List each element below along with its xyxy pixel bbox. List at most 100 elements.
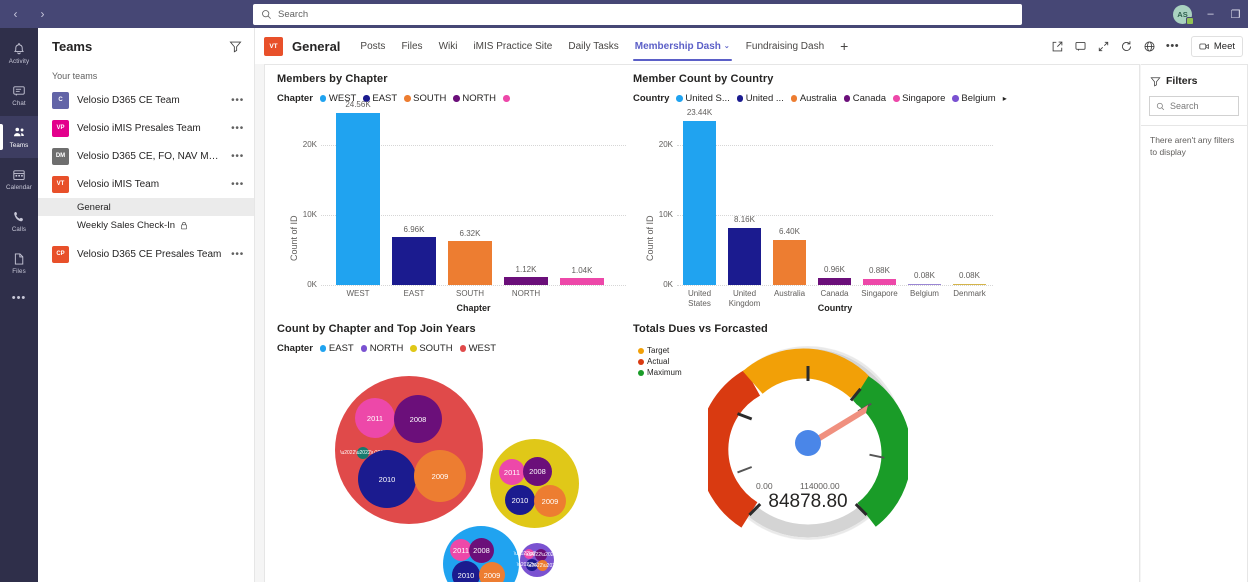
tab-daily-tasks[interactable]: Daily Tasks bbox=[560, 28, 626, 64]
legend-item[interactable]: Actual bbox=[638, 357, 682, 366]
sidebar-item-chat[interactable]: Chat bbox=[0, 74, 38, 116]
team-more-icon[interactable]: ••• bbox=[231, 95, 244, 106]
team-item[interactable]: CP Velosio D365 CE Presales Team ••• bbox=[38, 240, 254, 268]
legend-item[interactable]: Target bbox=[638, 346, 682, 355]
gauge-min-label: 0.00 bbox=[756, 481, 773, 491]
back-icon[interactable]: ‹ bbox=[9, 8, 22, 20]
chart-totals-dues-vs-forcasted[interactable]: Totals Dues vs Forcasted Target Actual M… bbox=[633, 323, 1005, 582]
chart-members-by-chapter[interactable]: Members by Chapter Chapter WEST EAST SOU… bbox=[277, 73, 633, 323]
sidebar-item-files[interactable]: Files bbox=[0, 242, 38, 284]
bubble-2009[interactable]: 2009 bbox=[414, 450, 466, 502]
avatar[interactable]: AS bbox=[1173, 4, 1194, 25]
tab-membership-dash[interactable]: Membership Dash ⌄ bbox=[627, 28, 738, 64]
team-item[interactable]: C Velosio D365 CE Team ••• bbox=[38, 86, 254, 114]
filter-icon[interactable] bbox=[229, 40, 242, 53]
legend-item[interactable]: Maximum bbox=[638, 368, 682, 377]
team-more-icon[interactable]: ••• bbox=[231, 123, 244, 134]
globe-icon[interactable] bbox=[1143, 40, 1156, 53]
filters-search-input[interactable]: Search bbox=[1149, 96, 1239, 116]
bubble-2011[interactable]: 2011 bbox=[499, 459, 525, 485]
legend-item[interactable]: SOUTH bbox=[410, 343, 453, 354]
open-in-new-icon[interactable] bbox=[1051, 40, 1064, 53]
legend-swatch bbox=[790, 95, 798, 102]
chart-legend: Target Actual Maximum bbox=[638, 346, 682, 379]
x-tick-label: SOUTH bbox=[456, 289, 484, 298]
legend-item[interactable]: NORTH bbox=[453, 93, 496, 104]
legend-item[interactable]: Australia bbox=[790, 93, 837, 104]
meet-button[interactable]: Meet bbox=[1190, 35, 1243, 57]
forward-icon[interactable]: › bbox=[36, 8, 49, 20]
tab-fundraising-dash[interactable]: Fundraising Dash bbox=[738, 28, 832, 64]
search-input[interactable]: Search bbox=[253, 4, 1022, 25]
sidebar-item-activity[interactable]: Activity bbox=[0, 32, 38, 74]
rail-more-button[interactable]: ••• bbox=[12, 292, 27, 304]
bubble-2010[interactable]: 2010 bbox=[505, 485, 535, 515]
legend-next-icon[interactable]: ▸ bbox=[1003, 94, 1007, 103]
sidebar-item-teams[interactable]: Teams bbox=[0, 116, 38, 158]
more-icon[interactable]: ••• bbox=[1166, 40, 1179, 53]
plot-area: Count of ID 20K 10K 0K 23.44K United Stat… bbox=[633, 108, 1005, 323]
legend-item[interactable]: Belgium bbox=[952, 93, 996, 104]
team-more-icon[interactable]: ••• bbox=[231, 249, 244, 260]
bar[interactable] bbox=[504, 277, 548, 285]
team-avatar: VT bbox=[52, 175, 69, 193]
tab-imis-practice-site[interactable]: iMIS Practice Site bbox=[465, 28, 560, 64]
tab-files[interactable]: Files bbox=[393, 28, 430, 64]
legend-swatch bbox=[319, 345, 327, 352]
bar-value-label: 1.04K bbox=[571, 266, 593, 275]
channel-name: Weekly Sales Check-In bbox=[77, 219, 176, 231]
tab-wiki[interactable]: Wiki bbox=[431, 28, 466, 64]
bar[interactable] bbox=[773, 240, 806, 285]
chart-count-by-chapter-and-top-join-years[interactable]: Count by Chapter and Top Join Years Chap… bbox=[277, 323, 633, 582]
maximize-button[interactable]: ❐ bbox=[1229, 8, 1242, 21]
legend-item[interactable]: WEST bbox=[459, 343, 496, 354]
team-more-icon[interactable]: ••• bbox=[231, 179, 244, 190]
bubble-small[interactable]: \u2022\u2022 bbox=[527, 560, 558, 571]
bubble-2010[interactable]: 2010 bbox=[452, 561, 480, 582]
bubble-2008[interactable]: 2008 bbox=[469, 538, 494, 563]
bubble-2008[interactable]: 2008 bbox=[394, 395, 442, 443]
bar[interactable] bbox=[908, 283, 941, 285]
bar[interactable] bbox=[818, 278, 851, 285]
legend-item[interactable]: United ... bbox=[736, 93, 784, 104]
team-more-icon[interactable]: ••• bbox=[231, 151, 244, 162]
sidebar-item-calendar[interactable]: Calendar bbox=[0, 158, 38, 200]
bubble-2010[interactable]: 2010 bbox=[358, 450, 416, 508]
legend-item[interactable]: EAST bbox=[319, 343, 354, 354]
bar[interactable] bbox=[336, 113, 380, 285]
team-item[interactable]: VP Velosio iMIS Presales Team ••• bbox=[38, 114, 254, 142]
chart-member-count-by-country[interactable]: Member Count by Country Country United S… bbox=[633, 73, 1007, 323]
x-axis-title: Chapter bbox=[456, 303, 491, 313]
bubble-2009[interactable]: 2009 bbox=[479, 562, 505, 582]
channel-item-weekly-sales-check-in[interactable]: Weekly Sales Check-In bbox=[38, 216, 254, 234]
bubble-2011[interactable]: 2011 bbox=[355, 398, 395, 438]
bar[interactable] bbox=[863, 279, 896, 285]
gauge[interactable]: 0.00 114000.00 84878.80 bbox=[698, 343, 912, 563]
bubble-2009[interactable]: 2009 bbox=[534, 485, 566, 517]
legend-item[interactable]: Singapore bbox=[893, 93, 945, 104]
team-item-active[interactable]: VT Velosio iMIS Team ••• bbox=[38, 170, 254, 198]
tab-posts[interactable]: Posts bbox=[352, 28, 393, 64]
sidebar-item-calls[interactable]: Calls bbox=[0, 200, 38, 242]
bar[interactable] bbox=[953, 283, 986, 285]
legend-item[interactable] bbox=[503, 95, 512, 102]
legend-item[interactable]: NORTH bbox=[360, 343, 403, 354]
bar-value-label: 0.08K bbox=[914, 271, 935, 280]
legend-item[interactable]: United S... bbox=[676, 93, 730, 104]
legend-item[interactable]: SOUTH bbox=[404, 93, 446, 104]
chat-bubble-icon[interactable] bbox=[1074, 40, 1087, 53]
add-tab-button[interactable]: + bbox=[832, 38, 856, 54]
legend-item[interactable]: Canada bbox=[843, 93, 886, 104]
bar[interactable] bbox=[448, 241, 492, 285]
team-item[interactable]: DM Velosio D365 CE, FO, NAV Manageme... … bbox=[38, 142, 254, 170]
bar[interactable] bbox=[392, 237, 436, 285]
refresh-icon[interactable] bbox=[1120, 40, 1133, 53]
channel-item-general[interactable]: General bbox=[38, 198, 254, 216]
bubble-2008[interactable]: 2008 bbox=[523, 457, 552, 486]
chevron-down-icon[interactable]: ⌄ bbox=[724, 42, 730, 50]
bar[interactable] bbox=[728, 228, 761, 285]
minimize-button[interactable]: ‒ bbox=[1204, 8, 1217, 20]
bar[interactable] bbox=[683, 121, 716, 285]
bar[interactable] bbox=[560, 278, 604, 285]
expand-icon[interactable] bbox=[1097, 40, 1110, 53]
